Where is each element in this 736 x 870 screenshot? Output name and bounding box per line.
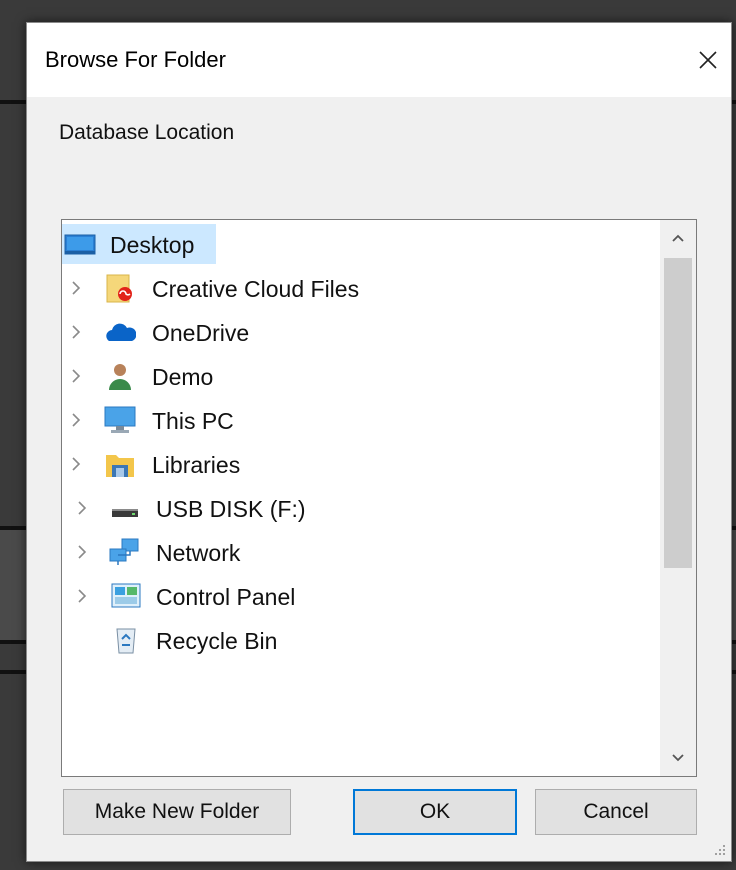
expand-chevron-icon[interactable] — [76, 588, 88, 604]
recycle-bin-icon — [116, 628, 136, 654]
expand-chevron-icon[interactable] — [70, 456, 82, 472]
tree-item-label: Creative Cloud Files — [152, 276, 360, 302]
tree-item-demo[interactable]: Demo — [62, 356, 658, 396]
expand-chevron-icon[interactable] — [70, 324, 82, 340]
scroll-thumb[interactable] — [664, 258, 692, 568]
tree-item-recycle-bin[interactable]: Recycle Bin — [62, 620, 658, 660]
scroll-up-button[interactable] — [660, 220, 696, 256]
tree-item-label: Network — [156, 540, 241, 566]
usb-drive-icon — [112, 509, 138, 517]
onedrive-cloud-icon — [106, 323, 136, 341]
chevron-down-icon — [672, 754, 684, 762]
libraries-icon — [106, 455, 134, 477]
tree-item-label: Libraries — [152, 452, 241, 478]
tree-item-onedrive[interactable]: OneDrive — [62, 312, 658, 352]
expand-chevron-icon[interactable] — [70, 280, 82, 296]
dialog-title: Browse For Folder — [45, 47, 226, 72]
expand-chevron-icon[interactable] — [70, 368, 82, 384]
tree-item-network[interactable]: Network — [62, 532, 658, 572]
tree-item-label: Control Panel — [156, 584, 296, 610]
desktop-icon — [64, 234, 96, 255]
browse-for-folder-dialog: Browse For Folder Database Location Desk… — [26, 22, 732, 862]
tree-item-label: Demo — [152, 364, 214, 390]
ok-button[interactable]: OK — [353, 789, 517, 835]
chevron-up-icon — [672, 234, 684, 242]
tree-item-desktop[interactable]: Desktop — [62, 224, 658, 264]
tree-item-creative-cloud-files[interactable]: Creative Cloud Files — [62, 268, 658, 308]
user-icon — [109, 364, 131, 390]
dialog-prompt: Database Location — [59, 121, 235, 144]
expand-chevron-icon[interactable] — [76, 500, 88, 516]
tree-item-label: USB DISK (F:) — [156, 496, 306, 522]
cancel-button[interactable]: Cancel — [535, 789, 697, 835]
tree-item-this-pc[interactable]: This PC — [62, 400, 658, 440]
vertical-scrollbar[interactable] — [660, 220, 696, 776]
expand-chevron-icon[interactable] — [70, 412, 82, 428]
creative-cloud-folder-icon — [106, 274, 132, 303]
scroll-down-button[interactable] — [660, 740, 696, 776]
resize-grip-icon[interactable] — [713, 843, 727, 857]
tree-item-label: OneDrive — [152, 320, 250, 346]
computer-icon — [104, 406, 136, 433]
expand-chevron-icon[interactable] — [76, 544, 88, 560]
tree-item-label: Desktop — [110, 232, 195, 258]
network-icon — [109, 538, 139, 565]
tree-item-control-panel[interactable]: Control Panel — [62, 576, 658, 616]
title-bar[interactable]: Browse For Folder — [27, 23, 731, 97]
make-new-folder-button[interactable]: Make New Folder — [63, 789, 291, 835]
close-button[interactable] — [685, 37, 731, 83]
tree-item-label: Recycle Bin — [156, 628, 278, 654]
tree-item-usb-disk[interactable]: USB DISK (F:) — [62, 488, 658, 528]
control-panel-icon — [111, 583, 141, 608]
tree-item-label: This PC — [152, 408, 234, 434]
tree-item-libraries[interactable]: Libraries — [62, 444, 658, 484]
folder-tree[interactable]: Desktop Creative Cloud Files OneDrive De… — [61, 219, 697, 777]
close-icon — [699, 51, 717, 69]
